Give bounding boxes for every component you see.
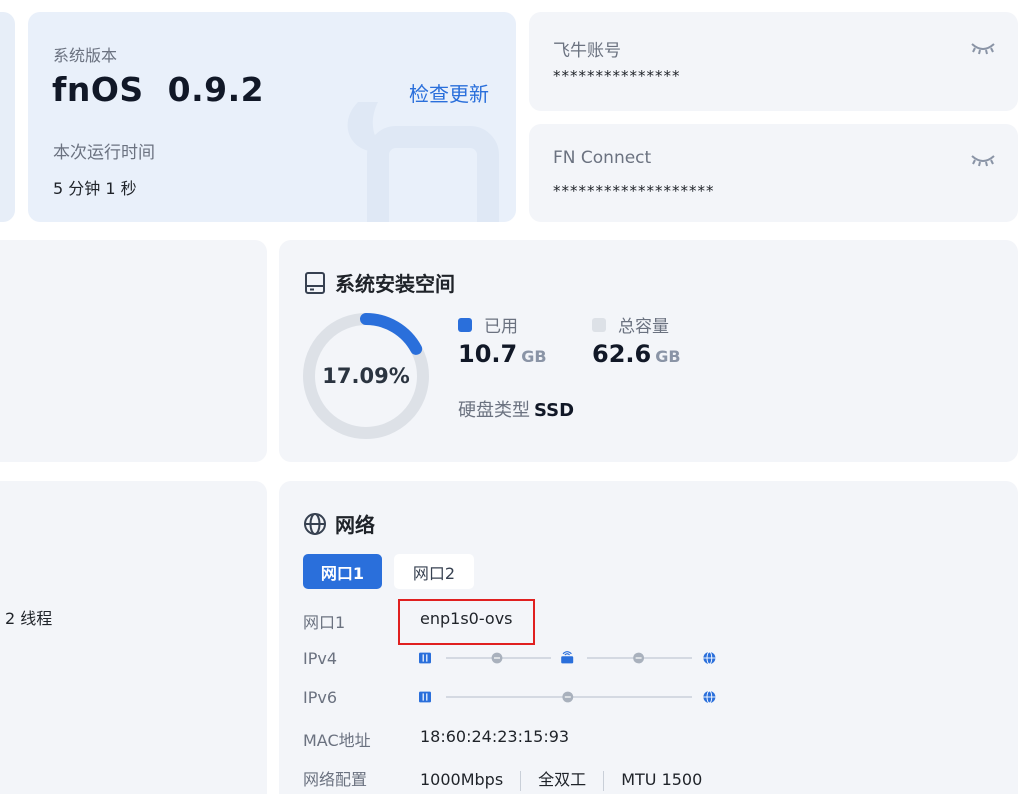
ipv4-topology bbox=[419, 651, 716, 665]
status-dot-icon bbox=[633, 652, 644, 664]
total-unit: GB bbox=[655, 347, 681, 366]
network-card: 网络 网口1 网口2 网口1 enp1s0-ovs IPv4 IPv6 MAC地… bbox=[279, 481, 1018, 794]
mac-label: MAC地址 bbox=[303, 731, 371, 750]
tab-port-2[interactable]: 网口2 bbox=[394, 554, 474, 589]
ipv6-topology bbox=[419, 690, 716, 704]
eye-closed-icon[interactable] bbox=[970, 40, 996, 56]
fn-connect-label: FN Connect bbox=[553, 148, 652, 168]
total-swatch bbox=[592, 317, 606, 332]
divider bbox=[603, 770, 605, 791]
total-label: 总容量 bbox=[618, 317, 669, 337]
total-stat: 62.6 GB bbox=[592, 340, 681, 368]
threads-text: 2 线程 bbox=[5, 609, 53, 628]
router-icon bbox=[561, 651, 574, 664]
storage-title: 系统安装空间 bbox=[303, 268, 455, 297]
disk-type-value: SSD bbox=[534, 400, 575, 421]
legend-used: 已用 bbox=[458, 312, 518, 337]
left-card-top bbox=[0, 12, 15, 222]
tab-port-1[interactable]: 网口1 bbox=[303, 554, 382, 589]
config-value: 1000Mbps 全双工 MTU 1500 bbox=[420, 766, 702, 791]
used-swatch bbox=[458, 317, 472, 332]
system-version-card: 系统版本 fnOS 0.9.2 检查更新 本次运行时间 5 分钟 1 秒 bbox=[28, 12, 516, 222]
total-value: 62.6 bbox=[592, 340, 652, 368]
iface-value: enp1s0-ovs bbox=[420, 609, 513, 628]
legend-total: 总容量 bbox=[592, 312, 669, 337]
uptime-value: 5 分钟 1 秒 bbox=[53, 179, 137, 198]
fn-account-card: 飞牛账号 *************** bbox=[529, 12, 1018, 111]
network-title-text: 网络 bbox=[335, 513, 375, 537]
globe-icon bbox=[703, 690, 716, 704]
status-dot-icon bbox=[562, 691, 574, 703]
check-update-link[interactable]: 检查更新 bbox=[409, 78, 489, 107]
ipv6-label: IPv6 bbox=[303, 688, 338, 707]
globe-icon bbox=[304, 512, 326, 535]
fn-account-value: *************** bbox=[553, 67, 681, 85]
eye-closed-icon[interactable] bbox=[970, 152, 996, 168]
fn-connect-card: FN Connect ******************* bbox=[529, 124, 1018, 222]
divider bbox=[520, 770, 522, 791]
storage-title-text: 系统安装空间 bbox=[335, 272, 455, 296]
mtu-value: MTU 1500 bbox=[621, 770, 703, 789]
hard-drive-icon bbox=[305, 271, 325, 294]
iface-label: 网口1 bbox=[303, 613, 346, 632]
version-label: 系统版本 bbox=[53, 46, 118, 65]
version-value: fnOS 0.9.2 bbox=[52, 70, 265, 109]
config-label: 网络配置 bbox=[303, 770, 368, 789]
used-value: 10.7 bbox=[458, 340, 518, 368]
uptime-label: 本次运行时间 bbox=[53, 143, 155, 163]
storage-percent: 17.09% bbox=[322, 364, 410, 388]
globe-icon bbox=[703, 651, 716, 665]
used-label: 已用 bbox=[484, 317, 518, 337]
disk-type-label: 硬盘类型 bbox=[458, 400, 530, 421]
server-icon bbox=[419, 652, 431, 664]
duplex-value: 全双工 bbox=[538, 770, 587, 789]
speed-value: 1000Mbps bbox=[420, 770, 504, 789]
fn-connect-value: ******************* bbox=[553, 182, 715, 200]
fn-account-label: 飞牛账号 bbox=[553, 41, 621, 61]
mac-value: 18:60:24:23:15:93 bbox=[420, 727, 570, 746]
left-card-middle bbox=[0, 240, 267, 462]
used-unit: GB bbox=[521, 347, 547, 366]
server-icon bbox=[419, 691, 431, 703]
system-storage-card: 系统安装空间 17.09% 已用 总容量 10.7 GB 62.6 GB 硬盘类型 S… bbox=[279, 240, 1018, 462]
network-title: 网络 bbox=[303, 509, 375, 538]
used-stat: 10.7 GB bbox=[458, 340, 547, 368]
ipv4-label: IPv4 bbox=[303, 649, 338, 668]
status-dot-icon bbox=[491, 652, 503, 664]
disk-type: 硬盘类型 SSD bbox=[458, 396, 574, 422]
left-card-bottom: 2 线程 bbox=[0, 481, 267, 794]
